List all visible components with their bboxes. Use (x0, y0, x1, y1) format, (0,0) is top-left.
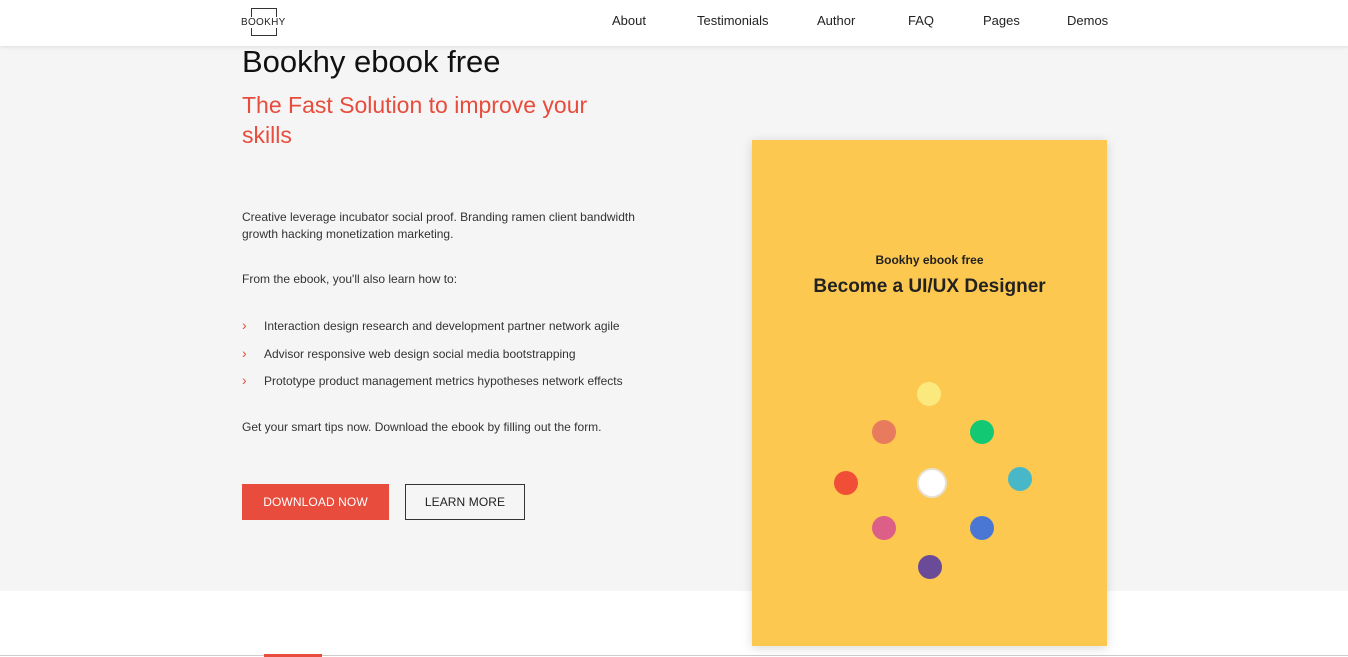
list-item: › Advisor responsive web design social m… (242, 346, 623, 374)
hero-subtitle: The Fast Solution to improve your skills (242, 92, 588, 148)
dot-top (917, 382, 941, 406)
benefits-list: › Interaction design research and develo… (242, 318, 623, 401)
download-now-button[interactable]: DOWNLOAD NOW (242, 484, 389, 520)
dot-bottom-right (970, 516, 994, 540)
dot-bottom-left (872, 516, 896, 540)
book-cover: Bookhy ebook free Become a UI/UX Designe… (752, 140, 1107, 646)
chevron-right-icon: › (242, 344, 247, 361)
hero-background (0, 46, 1348, 591)
chevron-right-icon: › (242, 317, 247, 333)
learn-more-button[interactable]: LEARN MORE (405, 484, 525, 520)
hero-intro: Creative leverage incubator social proof… (242, 210, 635, 241)
nav-author[interactable]: Author (817, 13, 855, 28)
nav-demos[interactable]: Demos (1067, 13, 1108, 28)
dot-center (917, 468, 947, 498)
dot-top-left (872, 420, 896, 444)
nav-pages[interactable]: Pages (983, 13, 1020, 28)
dot-bottom (918, 555, 942, 579)
section-divider (0, 655, 1348, 656)
site-header: BOOKHY About Testimonials Author FAQ Pag… (0, 0, 1348, 46)
list-item-text: Advisor responsive web design social med… (264, 346, 576, 361)
cta-text: Get your smart tips now. Download the eb… (242, 420, 602, 434)
hero-title: Bookhy ebook free (242, 44, 501, 79)
dot-top-right (970, 420, 994, 444)
dot-left (834, 471, 858, 495)
nav-about[interactable]: About (612, 13, 646, 28)
book-title: Become a UI/UX Designer (813, 276, 1046, 297)
book-kicker: Bookhy ebook free (875, 253, 984, 267)
chevron-right-icon: › (242, 372, 247, 388)
learn-intro: From the ebook, you'll also learn how to… (242, 272, 458, 286)
list-item-text: Prototype product management metrics hyp… (264, 374, 623, 388)
main-nav: About Testimonials Author FAQ Pages Demo… (0, 13, 1348, 33)
list-item-text: Interaction design research and developm… (264, 319, 620, 333)
dot-right (1008, 467, 1032, 491)
list-item: › Interaction design research and develo… (242, 318, 623, 346)
nav-testimonials[interactable]: Testimonials (697, 13, 769, 28)
nav-faq[interactable]: FAQ (908, 13, 934, 28)
list-item: › Prototype product management metrics h… (242, 373, 623, 401)
